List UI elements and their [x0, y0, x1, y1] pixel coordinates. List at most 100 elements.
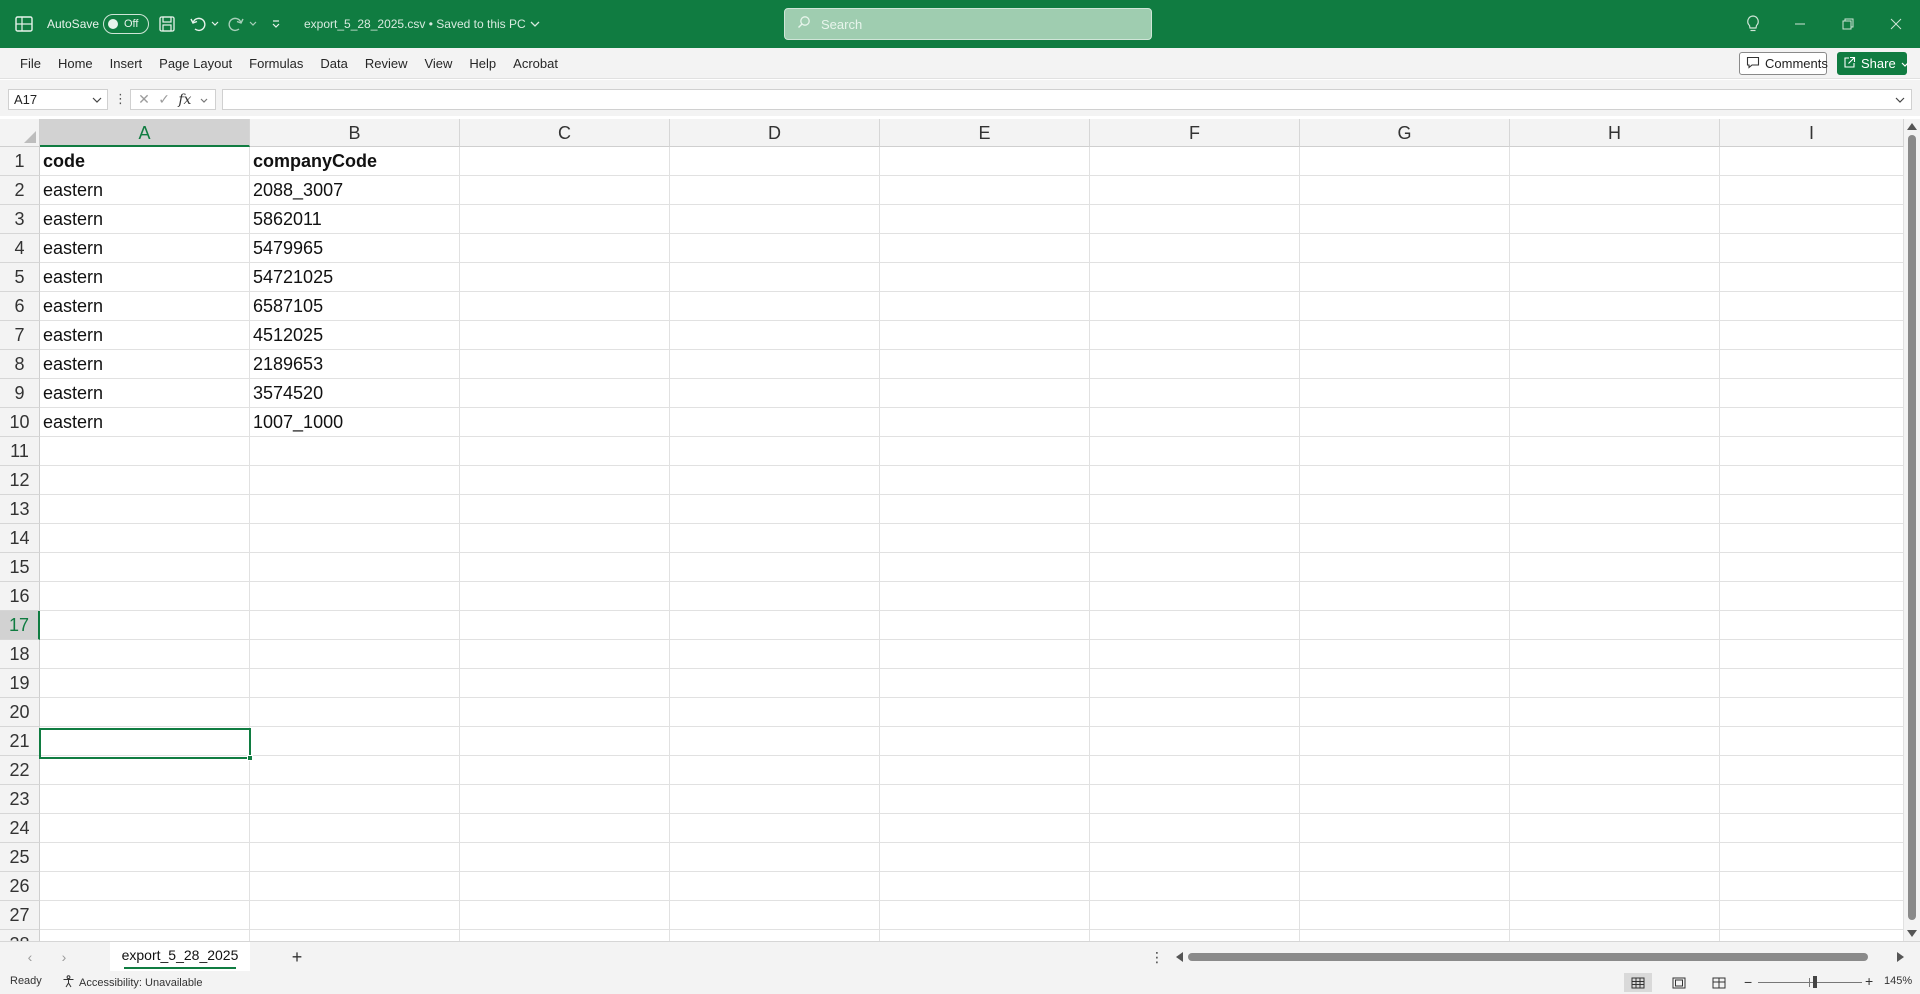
row-header-15[interactable]: 15	[0, 553, 40, 582]
cell-e18[interactable]	[880, 640, 1090, 669]
expand-formula-bar-icon[interactable]	[1894, 92, 1906, 113]
cell-b25[interactable]	[250, 843, 460, 872]
cell-g14[interactable]	[1300, 524, 1510, 553]
row-header-12[interactable]: 12	[0, 466, 40, 495]
cell-f8[interactable]	[1090, 350, 1300, 379]
cell-a28[interactable]	[40, 930, 250, 941]
cell-c11[interactable]	[460, 437, 670, 466]
menu-item-home[interactable]: Home	[50, 48, 101, 79]
cell-f12[interactable]	[1090, 466, 1300, 495]
cell-h2[interactable]	[1510, 176, 1720, 205]
column-header-g[interactable]: G	[1300, 119, 1510, 147]
cell-f7[interactable]	[1090, 321, 1300, 350]
cell-c8[interactable]	[460, 350, 670, 379]
row-header-25[interactable]: 25	[0, 843, 40, 872]
column-header-c[interactable]: C	[460, 119, 670, 147]
row-header-4[interactable]: 4	[0, 234, 40, 263]
column-header-i[interactable]: I	[1720, 119, 1904, 147]
scroll-right-icon[interactable]	[1897, 952, 1904, 962]
cell-f11[interactable]	[1090, 437, 1300, 466]
row-header-16[interactable]: 16	[0, 582, 40, 611]
cell-h3[interactable]	[1510, 205, 1720, 234]
restore-button[interactable]	[1830, 8, 1866, 40]
menu-item-review[interactable]: Review	[357, 48, 416, 79]
cell-d7[interactable]	[670, 321, 880, 350]
cell-c9[interactable]	[460, 379, 670, 408]
cell-g2[interactable]	[1300, 176, 1510, 205]
cell-i10[interactable]	[1720, 408, 1904, 437]
cell-d8[interactable]	[670, 350, 880, 379]
cell-f22[interactable]	[1090, 756, 1300, 785]
page-layout-view-icon[interactable]	[1665, 973, 1693, 992]
add-sheet-button[interactable]: +	[286, 947, 308, 967]
menu-item-insert[interactable]: Insert	[102, 48, 151, 79]
menu-item-help[interactable]: Help	[461, 48, 504, 79]
cell-b15[interactable]	[250, 553, 460, 582]
cell-d11[interactable]	[670, 437, 880, 466]
cell-f25[interactable]	[1090, 843, 1300, 872]
zoom-slider[interactable]	[1758, 976, 1862, 988]
undo-dropdown-icon[interactable]	[209, 13, 221, 35]
cell-i7[interactable]	[1720, 321, 1904, 350]
cell-e20[interactable]	[880, 698, 1090, 727]
vertical-scrollbar[interactable]	[1904, 119, 1920, 941]
cell-e2[interactable]	[880, 176, 1090, 205]
cell-h6[interactable]	[1510, 292, 1720, 321]
row-header-11[interactable]: 11	[0, 437, 40, 466]
cell-h17[interactable]	[1510, 611, 1720, 640]
cell-d23[interactable]	[670, 785, 880, 814]
cell-a27[interactable]	[40, 901, 250, 930]
menu-item-file[interactable]: File	[12, 48, 49, 79]
cell-i24[interactable]	[1720, 814, 1904, 843]
cell-g1[interactable]	[1300, 147, 1510, 176]
cell-c24[interactable]	[460, 814, 670, 843]
cell-i3[interactable]	[1720, 205, 1904, 234]
cell-b11[interactable]	[250, 437, 460, 466]
cell-a1[interactable]: code	[40, 147, 250, 176]
row-header-9[interactable]: 9	[0, 379, 40, 408]
cell-b26[interactable]	[250, 872, 460, 901]
cell-i23[interactable]	[1720, 785, 1904, 814]
cell-f23[interactable]	[1090, 785, 1300, 814]
cell-e13[interactable]	[880, 495, 1090, 524]
cell-g18[interactable]	[1300, 640, 1510, 669]
chevron-down-icon[interactable]	[92, 90, 102, 114]
lightbulb-icon[interactable]	[1741, 12, 1765, 36]
scroll-thumb[interactable]	[1188, 953, 1868, 961]
cell-h16[interactable]	[1510, 582, 1720, 611]
cell-e17[interactable]	[880, 611, 1090, 640]
cell-h11[interactable]	[1510, 437, 1720, 466]
cell-b9[interactable]: 3574520	[250, 379, 460, 408]
close-button[interactable]	[1878, 8, 1914, 40]
column-header-f[interactable]: F	[1090, 119, 1300, 147]
cell-d4[interactable]	[670, 234, 880, 263]
redo-icon[interactable]	[225, 13, 247, 35]
cell-f21[interactable]	[1090, 727, 1300, 756]
row-header-1[interactable]: 1	[0, 147, 40, 176]
cell-a18[interactable]	[40, 640, 250, 669]
column-header-b[interactable]: B	[250, 119, 460, 147]
zoom-slider-knob[interactable]	[1813, 976, 1817, 988]
cell-h23[interactable]	[1510, 785, 1720, 814]
document-title[interactable]: export_5_28_2025.csv • Saved to this PC	[304, 14, 540, 34]
undo-icon[interactable]	[187, 13, 209, 35]
cell-a23[interactable]	[40, 785, 250, 814]
cell-i16[interactable]	[1720, 582, 1904, 611]
cell-f20[interactable]	[1090, 698, 1300, 727]
cell-e26[interactable]	[880, 872, 1090, 901]
cell-i9[interactable]	[1720, 379, 1904, 408]
cell-b2[interactable]: 2088_3007	[250, 176, 460, 205]
cell-a6[interactable]: eastern	[40, 292, 250, 321]
cell-f3[interactable]	[1090, 205, 1300, 234]
cell-b28[interactable]	[250, 930, 460, 941]
row-header-24[interactable]: 24	[0, 814, 40, 843]
cell-d1[interactable]	[670, 147, 880, 176]
cell-c18[interactable]	[460, 640, 670, 669]
cell-f17[interactable]	[1090, 611, 1300, 640]
cell-c14[interactable]	[460, 524, 670, 553]
cell-e12[interactable]	[880, 466, 1090, 495]
cell-f27[interactable]	[1090, 901, 1300, 930]
row-header-23[interactable]: 23	[0, 785, 40, 814]
cell-c15[interactable]	[460, 553, 670, 582]
cell-h27[interactable]	[1510, 901, 1720, 930]
